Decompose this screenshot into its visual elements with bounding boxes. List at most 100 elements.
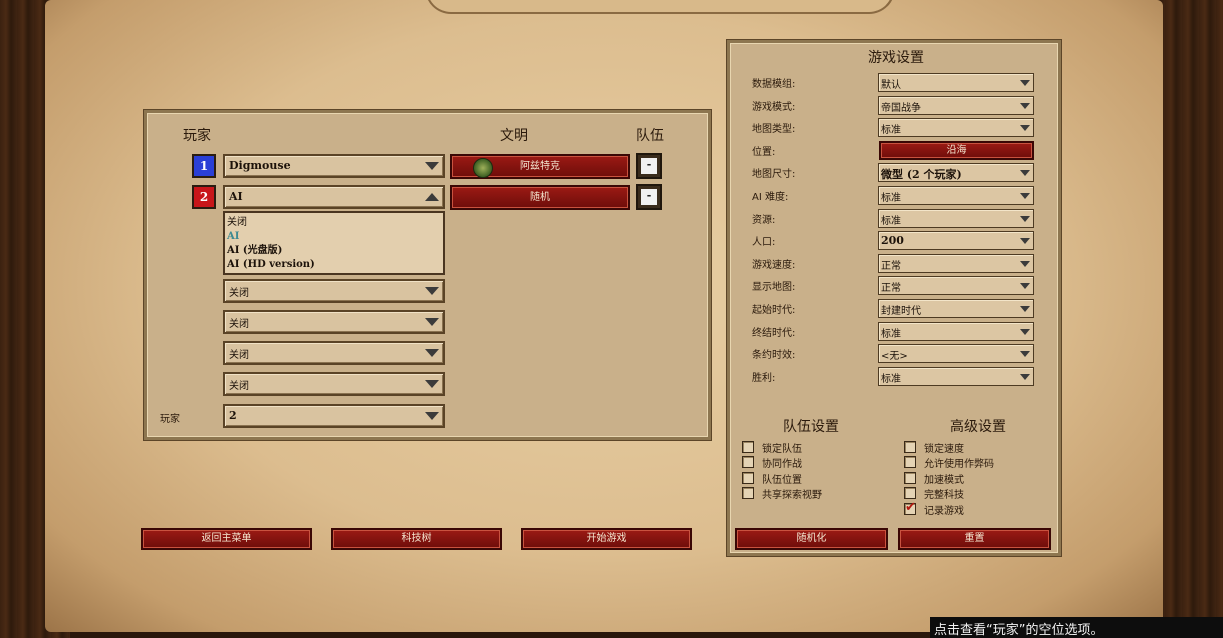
setting-dropdown[interactable]: 标准 (878, 208, 1034, 228)
chevron-down-icon (1020, 102, 1030, 109)
chevron-down-icon (1020, 351, 1030, 358)
advanced-option-label: 锁定速度 (924, 444, 964, 455)
setting-value: 帝国战争 (881, 102, 921, 114)
setting-label: 起始时代: (752, 305, 796, 316)
player-1-civ-button[interactable]: 阿兹特克 (450, 154, 630, 179)
setting-label: 人口: (752, 237, 776, 249)
setting-value: 正常 (881, 260, 901, 272)
setting-dropdown[interactable]: 正常 (878, 253, 1034, 273)
header-civ: 文明 (500, 128, 528, 144)
setting-value: 微型 (2 个玩家) (881, 168, 962, 182)
dropdown-option[interactable]: AI (光盘版) (227, 244, 441, 258)
advanced-option-checkbox[interactable] (904, 441, 916, 453)
setting-dropdown[interactable]: 标准 (878, 186, 1034, 205)
team-option-checkbox[interactable] (742, 487, 754, 500)
advanced-option-checkbox[interactable] (904, 456, 916, 469)
setting-label: 位置: (752, 146, 776, 158)
chevron-up-icon (425, 193, 439, 201)
game-settings-title: 游戏设置 (868, 50, 924, 66)
team-option-label: 锁定队伍 (762, 444, 802, 455)
setting-dropdown[interactable]: 正常 (878, 276, 1034, 296)
top-ornament (425, 0, 895, 14)
setting-value: 封建时代 (881, 306, 921, 317)
setting-label: 条约时效: (752, 350, 796, 362)
player-2-dropdown-list: 关闭 AI AI (光盘版) AI (HD version) (223, 211, 445, 275)
chevron-down-icon (425, 380, 439, 388)
chevron-down-icon (1020, 328, 1030, 335)
chevron-down-icon (1020, 125, 1030, 132)
dropdown-option[interactable]: AI (HD version) (227, 258, 441, 272)
setting-value: 标准 (881, 125, 901, 137)
setting-dropdown[interactable]: 标准 (878, 366, 1034, 386)
team-option-checkbox[interactable] (742, 456, 754, 469)
location-button[interactable]: 沿海 (879, 140, 1034, 160)
setting-label: 游戏模式: (752, 101, 796, 113)
civ-emblem-icon (473, 158, 493, 178)
setting-dropdown[interactable]: 帝国战争 (878, 95, 1034, 115)
advanced-option-checkbox[interactable] (904, 471, 916, 484)
player-2-civ-button[interactable]: 随机 (450, 185, 630, 210)
slot-5-value: 关闭 (229, 350, 249, 361)
setting-dropdown[interactable]: <无> (878, 344, 1034, 364)
player-2-color[interactable]: 2 (192, 185, 216, 209)
slot-6-dropdown[interactable]: 关闭 (223, 372, 445, 396)
setting-dropdown[interactable]: 标准 (878, 321, 1034, 341)
team-option-checkbox[interactable] (742, 471, 754, 484)
team-option-label: 协同作战 (762, 459, 802, 471)
setting-label: 游戏速度: (752, 259, 796, 271)
chevron-down-icon (1020, 306, 1030, 312)
player-1-color[interactable]: 1 (192, 154, 216, 178)
advanced-option-label: 加速模式 (924, 474, 964, 486)
player-count-value: 2 (229, 409, 237, 422)
team-option-label: 队伍位置 (762, 474, 802, 486)
setting-dropdown[interactable]: 封建时代 (878, 299, 1034, 318)
player-2-civ: 随机 (530, 192, 550, 203)
slot-6-value: 关闭 (229, 381, 249, 392)
randomize-button[interactable]: 随机化 (735, 528, 888, 550)
player-2-team-value: - (641, 189, 657, 205)
chevron-down-icon (1020, 193, 1030, 199)
player-2-name-dropdown[interactable]: AI (223, 185, 445, 209)
reset-button[interactable]: 重置 (898, 528, 1051, 550)
advanced-option-checkbox[interactable] (904, 487, 916, 500)
chevron-down-icon (1020, 238, 1030, 245)
start-game-button[interactable]: 开始游戏 (521, 528, 692, 550)
player-1-team[interactable]: - (636, 153, 662, 179)
setting-label: 显示地图: (752, 282, 796, 294)
dropdown-option[interactable]: AI (227, 230, 441, 244)
chevron-down-icon (425, 287, 439, 295)
main-menu-button[interactable]: 返回主菜单 (141, 528, 312, 550)
player-2-team[interactable]: - (636, 184, 662, 210)
setting-dropdown[interactable]: 200 (878, 231, 1034, 251)
setting-dropdown[interactable]: 微型 (2 个玩家) (878, 163, 1034, 183)
setting-value: 标准 (881, 193, 901, 204)
slot-4-dropdown[interactable]: 关闭 (223, 310, 445, 334)
setting-dropdown[interactable]: 标准 (878, 118, 1034, 138)
setting-value: <无> (881, 351, 908, 363)
advanced-option-checkbox[interactable] (904, 500, 916, 515)
player-count-dropdown[interactable]: 2 (223, 404, 445, 428)
team-option-label: 共享探索视野 (762, 490, 822, 502)
setting-label: AI 难度: (752, 192, 789, 203)
setting-value: 默认 (881, 80, 901, 91)
setting-dropdown[interactable]: 默认 (878, 73, 1034, 92)
chevron-down-icon (425, 318, 439, 326)
player-count-label: 玩家 (160, 414, 180, 425)
setting-value: 正常 (881, 283, 901, 295)
chevron-down-icon (1020, 170, 1030, 177)
tech-tree-button[interactable]: 科技树 (331, 528, 502, 550)
setting-value: 标准 (881, 373, 901, 385)
chevron-down-icon (1020, 260, 1030, 267)
advanced-settings-title: 高级设置 (950, 419, 1006, 435)
dropdown-option[interactable]: 关闭 (227, 216, 441, 230)
team-option-checkbox[interactable] (742, 441, 754, 453)
advanced-option-label: 完整科技 (924, 490, 964, 502)
slot-5-dropdown[interactable]: 关闭 (223, 341, 445, 365)
player-1-name: Digmouse (229, 159, 291, 172)
player-1-team-value: - (641, 158, 657, 174)
setting-value: 标准 (881, 328, 901, 340)
player-1-name-dropdown[interactable]: Digmouse (223, 154, 445, 178)
setting-label: 胜利: (752, 372, 776, 384)
slot-3-dropdown[interactable]: 关闭 (223, 279, 445, 303)
setting-label: 地图类型: (752, 124, 796, 136)
